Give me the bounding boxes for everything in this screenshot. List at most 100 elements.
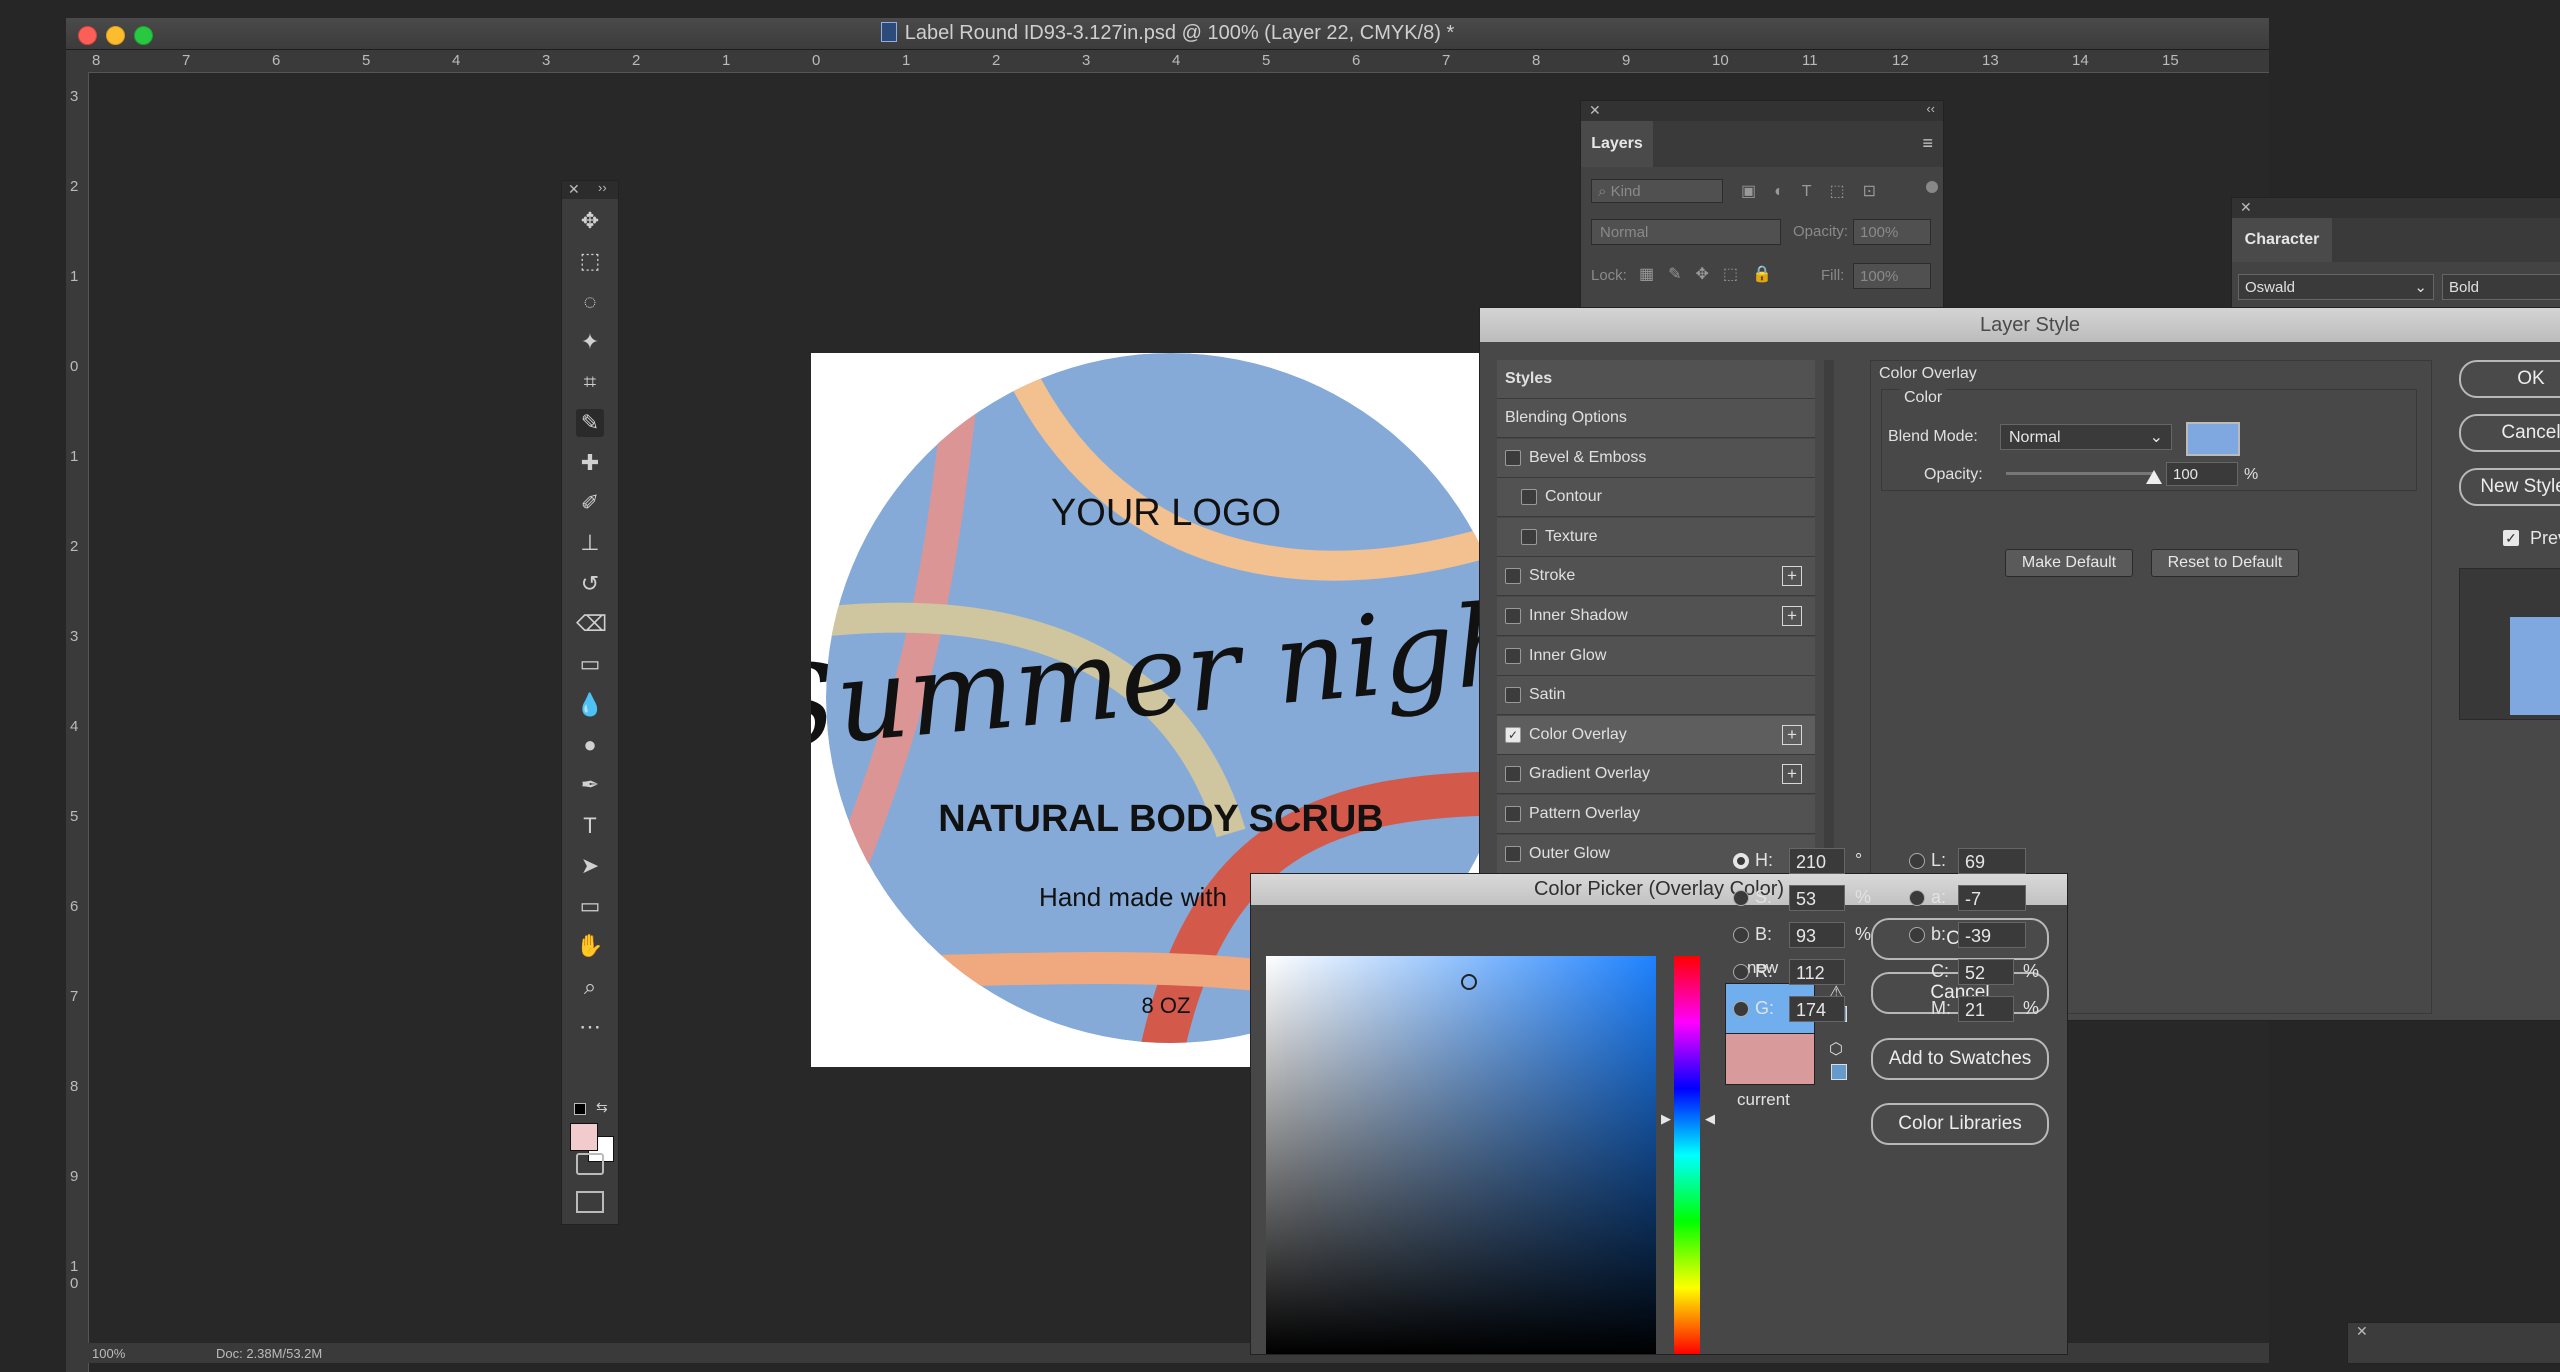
style-checkbox[interactable] bbox=[1505, 449, 1521, 466]
stamp-icon[interactable]: ⊥ bbox=[576, 529, 604, 557]
color-mode-radio[interactable] bbox=[1733, 853, 1749, 869]
history-brush-icon[interactable]: ↺ bbox=[576, 570, 604, 598]
style-item-texture[interactable]: Texture bbox=[1497, 517, 1815, 557]
rectangle-icon[interactable]: ▭ bbox=[576, 892, 604, 920]
add-style-icon[interactable]: + bbox=[1782, 606, 1802, 626]
healing-brush-icon[interactable]: ✚ bbox=[576, 449, 604, 477]
layer-filter-icons[interactable]: ▣◐T⬚⊡ bbox=[1741, 181, 1894, 201]
style-checkbox[interactable] bbox=[1505, 845, 1521, 862]
color-value-input[interactable]: -39 bbox=[1958, 922, 2026, 948]
color-value-input[interactable]: 112 bbox=[1789, 959, 1845, 985]
hue-slider-left-arrow[interactable]: ▶ bbox=[1661, 1111, 1671, 1127]
color-field-cursor[interactable] bbox=[1461, 974, 1477, 990]
panel-menu-icon[interactable]: ≡ bbox=[1922, 133, 1933, 154]
style-item-pattern-overlay[interactable]: Pattern Overlay bbox=[1497, 795, 1815, 834]
hand-icon[interactable]: ✋ bbox=[576, 932, 604, 960]
kind-filter-dropdown[interactable]: ⌕ Kind bbox=[1591, 179, 1723, 203]
eraser-icon[interactable]: ⌫ bbox=[576, 610, 607, 638]
color-value-input[interactable]: 53 bbox=[1789, 885, 1845, 911]
style-checkbox[interactable]: ✓ bbox=[1505, 726, 1521, 743]
default-colors-icon[interactable] bbox=[574, 1103, 586, 1115]
brush-icon[interactable]: ✐ bbox=[576, 489, 604, 517]
close-panel-icon[interactable]: ✕ bbox=[2240, 199, 2252, 216]
style-item-color-overlay[interactable]: ✓ Color Overlay + bbox=[1497, 715, 1815, 755]
fill-field[interactable]: 100% bbox=[1853, 263, 1931, 289]
lock-icons[interactable]: ▦✎✥⬚🔒 bbox=[1639, 264, 1786, 284]
blur-icon[interactable]: 💧 bbox=[576, 691, 604, 719]
reset-to-default-button[interactable]: Reset to Default bbox=[2151, 549, 2299, 577]
style-item-inner-shadow[interactable]: Inner Shadow + bbox=[1497, 597, 1815, 636]
layers-panel-header[interactable]: ✕ ‹‹ bbox=[1581, 101, 1943, 121]
style-item-stroke[interactable]: Stroke + bbox=[1497, 557, 1815, 597]
tab-character[interactable]: Character bbox=[2232, 218, 2332, 262]
style-checkbox[interactable] bbox=[1505, 806, 1521, 822]
gradient-icon[interactable]: ▭ bbox=[576, 650, 604, 678]
more-icon[interactable]: ⋯ bbox=[576, 1013, 604, 1041]
opacity-slider-handle[interactable] bbox=[2146, 470, 2162, 484]
overlay-blend-mode-dropdown[interactable]: Normal ⌄ bbox=[2000, 424, 2172, 450]
color-value-input[interactable]: 69 bbox=[1958, 848, 2026, 874]
collapse-panel-icon[interactable]: ‹‹ bbox=[1926, 101, 1935, 116]
marquee-icon[interactable]: ⬚ bbox=[576, 247, 604, 275]
style-checkbox[interactable] bbox=[1505, 766, 1521, 783]
color-value-input[interactable]: 210 bbox=[1789, 848, 1845, 874]
screen-mode-icon[interactable] bbox=[576, 1191, 604, 1213]
new-style-button[interactable]: New Style... bbox=[2459, 468, 2560, 506]
style-item-satin[interactable]: Satin bbox=[1497, 676, 1815, 716]
current-color-swatch[interactable] bbox=[1725, 1033, 1815, 1085]
toolbox-header[interactable]: ✕ ›› bbox=[562, 180, 618, 199]
expand-panel-icon[interactable]: ›› bbox=[598, 180, 607, 195]
close-panel-icon[interactable]: ✕ bbox=[2356, 1323, 2368, 1340]
type-icon[interactable]: T bbox=[576, 812, 604, 840]
opacity-input[interactable]: 100 bbox=[2166, 462, 2238, 486]
add-style-icon[interactable]: + bbox=[1782, 566, 1802, 587]
blend-mode-dropdown[interactable]: Normal bbox=[1591, 219, 1781, 245]
overlay-color-swatch[interactable] bbox=[2186, 422, 2240, 456]
style-item-bevel-emboss[interactable]: Bevel & Emboss bbox=[1497, 438, 1815, 478]
preview-checkbox[interactable]: ✓ bbox=[2503, 530, 2519, 546]
layer-style-ok-button[interactable]: OK bbox=[2459, 360, 2560, 398]
style-item-inner-glow[interactable]: Inner Glow bbox=[1497, 636, 1815, 676]
hue-slider[interactable] bbox=[1674, 956, 1700, 1354]
character-panel-header[interactable]: ✕ bbox=[2232, 198, 2560, 218]
eyedropper-icon[interactable]: ✎ bbox=[576, 408, 604, 437]
color-libraries-button[interactable]: Color Libraries bbox=[1871, 1103, 2049, 1145]
foreground-color-swatch[interactable] bbox=[570, 1123, 598, 1151]
style-item-contour[interactable]: Contour bbox=[1497, 478, 1815, 518]
opacity-slider-track[interactable] bbox=[2006, 472, 2154, 475]
tab-layers[interactable]: Layers bbox=[1581, 121, 1653, 167]
add-style-icon[interactable]: + bbox=[1782, 724, 1802, 745]
layer-style-title[interactable]: Layer Style bbox=[1480, 308, 2560, 342]
web-safe-cube-icon[interactable]: ⬡ bbox=[1829, 1039, 1843, 1059]
font-style-dropdown[interactable]: Bold bbox=[2442, 274, 2560, 300]
pen-icon[interactable]: ✒ bbox=[576, 771, 604, 799]
zoom-icon[interactable]: ⌕ bbox=[576, 973, 604, 1001]
web-safe-color-swatch[interactable] bbox=[1831, 1064, 1847, 1080]
color-field[interactable] bbox=[1266, 956, 1656, 1354]
make-default-button[interactable]: Make Default bbox=[2005, 549, 2133, 577]
color-mode-radio[interactable] bbox=[1733, 964, 1749, 980]
path-selection-icon[interactable]: ➤ bbox=[576, 852, 604, 880]
move-icon[interactable]: ✥ bbox=[576, 207, 604, 235]
color-value-input[interactable]: 93 bbox=[1789, 922, 1845, 948]
style-item-blending-options[interactable]: Blending Options bbox=[1497, 399, 1815, 438]
styles-header[interactable]: Styles bbox=[1497, 360, 1815, 399]
color-value-input[interactable]: -7 bbox=[1958, 885, 2026, 911]
color-mode-radio[interactable] bbox=[1733, 1001, 1749, 1017]
color-value-input[interactable]: 21 bbox=[1958, 996, 2014, 1022]
opacity-field[interactable]: 100% bbox=[1853, 219, 1931, 245]
add-to-swatches-button[interactable]: Add to Swatches bbox=[1871, 1038, 2049, 1080]
style-checkbox[interactable] bbox=[1505, 608, 1521, 624]
color-value-input[interactable]: 52 bbox=[1958, 959, 2014, 985]
close-panel-icon[interactable]: ✕ bbox=[568, 181, 580, 198]
color-mode-radio[interactable] bbox=[1733, 890, 1749, 906]
color-mode-radio[interactable] bbox=[1909, 927, 1925, 943]
close-panel-icon[interactable]: ✕ bbox=[1589, 102, 1601, 119]
filter-toggle-icon[interactable] bbox=[1926, 181, 1938, 193]
style-checkbox[interactable] bbox=[1505, 687, 1521, 704]
layer-style-cancel-button[interactable]: Cancel bbox=[2459, 414, 2560, 452]
add-style-icon[interactable]: + bbox=[1782, 764, 1802, 785]
color-mode-radio[interactable] bbox=[1909, 890, 1925, 906]
hue-slider-right-arrow[interactable]: ◀ bbox=[1705, 1111, 1715, 1127]
style-item-gradient-overlay[interactable]: Gradient Overlay + bbox=[1497, 755, 1815, 795]
